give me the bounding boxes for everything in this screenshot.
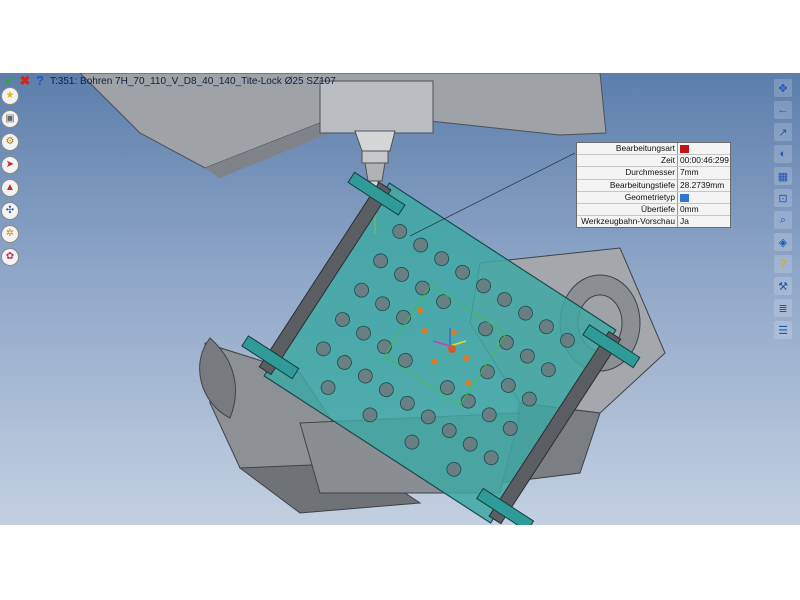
info-row-bearbeitungsart: Bearbeitungsart <box>577 143 730 156</box>
arrow-icon[interactable]: ← <box>774 101 792 119</box>
panel-leader <box>409 152 576 237</box>
cube-icon[interactable]: ◈ <box>774 233 792 251</box>
info-row-durchmesser: Durchmesser 7mm <box>577 167 730 180</box>
info-row-zeit: Zeit 00:00:46:299 <box>577 155 730 168</box>
info-row-werkzeugbahn-vorschau: Werkzeugbahn-Vorschau Ja <box>577 216 730 228</box>
info-row-bearbeitungstiefe: Bearbeitungstiefe 28.2739mm <box>577 179 730 192</box>
spindle-head <box>79 73 607 236</box>
fixture-icon[interactable]: ▲ <box>1 179 19 197</box>
tool-icon[interactable]: ⚙ <box>1 133 19 151</box>
info-row-ubertiefe: Übertiefe 0mm <box>577 203 730 217</box>
camera-icon[interactable]: ◐ <box>774 145 792 163</box>
toolpath-icon[interactable]: ➤ <box>1 156 19 174</box>
search-icon[interactable]: ⌕ <box>774 211 792 229</box>
machine-scene[interactable] <box>0 73 800 525</box>
tool-icon[interactable]: ⚒ <box>774 277 792 295</box>
network-icon[interactable]: ✣ <box>1 202 19 220</box>
help-icon[interactable]: ? <box>774 255 792 273</box>
move-icon[interactable]: ✥ <box>774 79 792 97</box>
cross-icon[interactable]: ✖ <box>18 74 32 88</box>
left-toolbar: ★ ▣ ⚙ ➤ ▲ ✣ ✲ ✿ <box>1 87 19 271</box>
top-toolbar: ✔ ✖ ? T:351: Bohren 7H_70_110_V_D8_40_14… <box>0 73 800 91</box>
stack-icon[interactable]: ☰ <box>774 321 792 339</box>
info-row-geometrietyp: Geometrietyp <box>577 191 730 204</box>
gear-icon[interactable]: ✲ <box>1 225 19 243</box>
3d-viewport[interactable]: ✔ ✖ ? T:351: Bohren 7H_70_110_V_D8_40_14… <box>0 73 800 525</box>
layers-icon[interactable]: ≣ <box>774 299 792 317</box>
window-icon[interactable]: ▦ <box>774 167 792 185</box>
flower-icon[interactable]: ✿ <box>1 248 19 266</box>
star-icon[interactable]: ★ <box>1 87 19 105</box>
zoom-icon[interactable]: ⊡ <box>774 189 792 207</box>
help-button[interactable]: ? <box>33 74 47 88</box>
machining-type-icon <box>680 144 689 153</box>
link-icon[interactable]: ↗ <box>774 123 792 141</box>
operation-title: T:351: Bohren 7H_70_110_V_D8_40_140_Tite… <box>50 76 336 87</box>
operation-info-panel: Bearbeitungsart Zeit 00:00:46:299 Durchm… <box>576 142 731 229</box>
right-toolbar: ✥ ← ↗ ◐ ▦ ⊡ ⌕ ◈ ? ⚒ ≣ ☰ <box>774 79 798 343</box>
check-icon[interactable]: ✔ <box>2 74 16 88</box>
geometry-type-icon <box>680 193 689 202</box>
machine-icon[interactable]: ▣ <box>1 110 19 128</box>
